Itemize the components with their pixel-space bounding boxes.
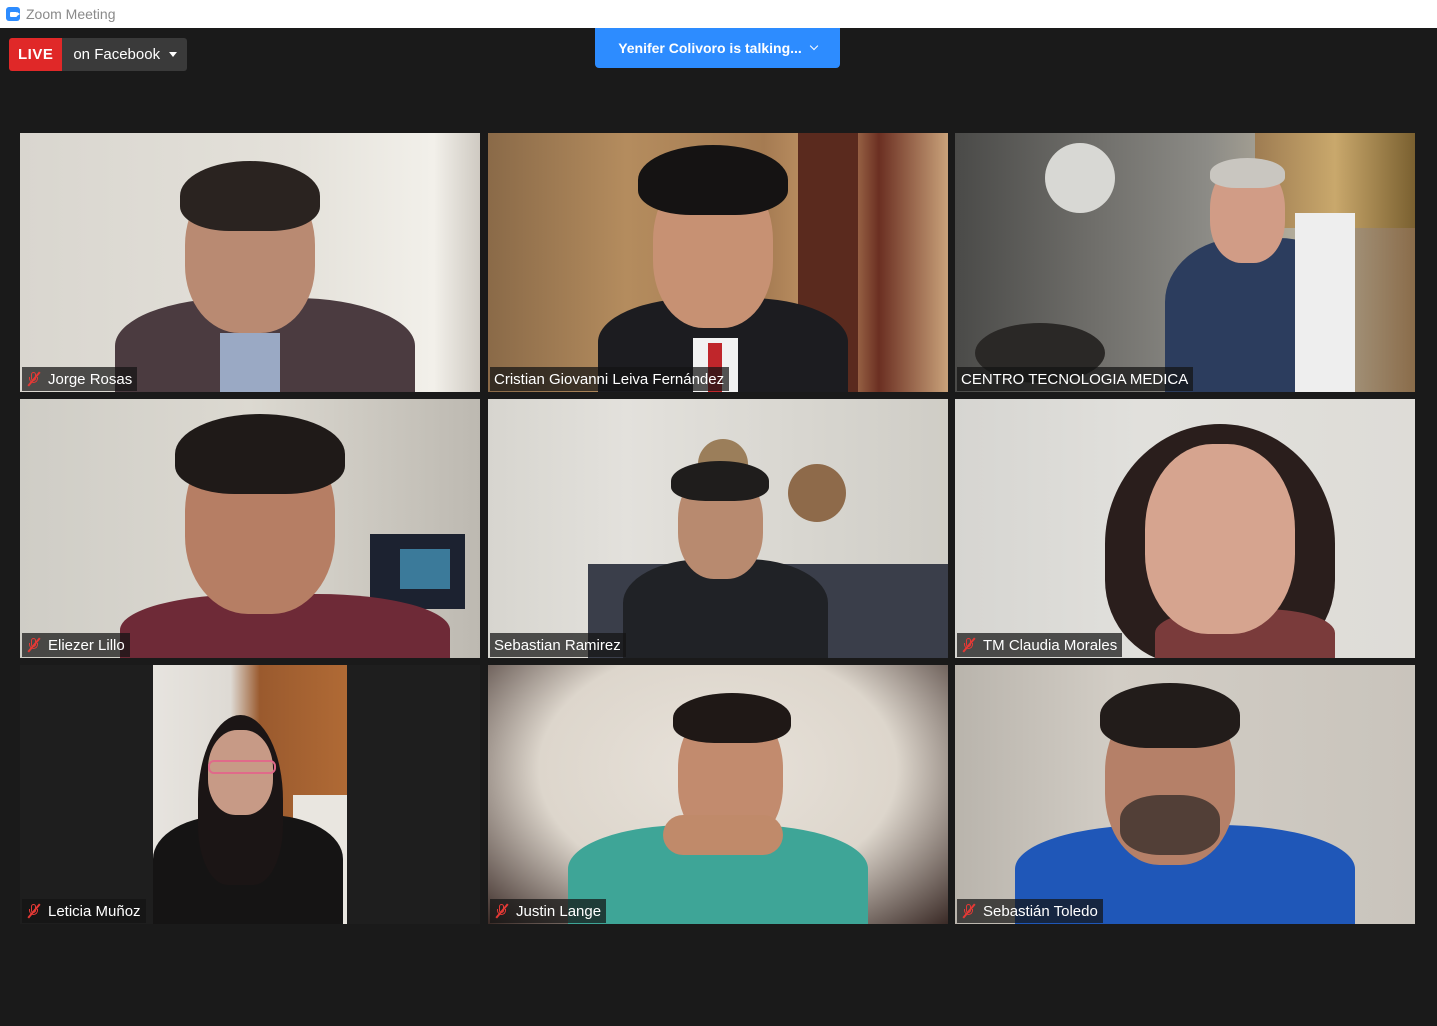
participant-video — [153, 665, 347, 924]
participant-name: TM Claudia Morales — [983, 636, 1118, 654]
active-speaker-banner[interactable]: Yenifer Colivoro is talking... — [595, 28, 840, 68]
participant-name: Eliezer Lillo — [48, 636, 125, 654]
participant-video — [20, 399, 480, 658]
participant-name-tag: Sebastian Ramirez — [490, 633, 626, 657]
window-title: Zoom Meeting — [26, 6, 116, 22]
participant-name: Sebastian Ramirez — [494, 636, 621, 654]
muted-mic-icon — [26, 637, 42, 653]
live-badge: LIVE — [9, 38, 63, 71]
participant-name-tag: TM Claudia Morales — [957, 633, 1123, 657]
window-titlebar: Zoom Meeting — [0, 0, 1437, 28]
active-speaker-text: Yenifer Colivoro is talking... — [618, 40, 802, 56]
participant-tile[interactable]: Leticia Muñoz — [20, 665, 480, 924]
participant-video — [488, 665, 948, 924]
muted-mic-icon — [26, 371, 42, 387]
participant-tile[interactable]: Sebastián Toledo — [955, 665, 1415, 924]
participant-name-tag: Leticia Muñoz — [22, 899, 146, 923]
live-target-dropdown[interactable]: on Facebook — [62, 38, 188, 71]
participant-tile[interactable]: Eliezer Lillo — [20, 399, 480, 658]
participant-video — [488, 133, 948, 392]
participant-name-tag: Cristian Giovanni Leiva Fernández — [490, 367, 730, 391]
muted-mic-icon — [961, 637, 977, 653]
participant-video — [955, 399, 1415, 658]
participant-tile[interactable]: Sebastian Ramirez — [488, 399, 948, 658]
participant-video — [488, 399, 948, 658]
participant-name: Leticia Muñoz — [48, 902, 141, 920]
muted-mic-icon — [26, 903, 42, 919]
zoom-app-icon — [6, 7, 20, 21]
participant-tile[interactable]: TM Claudia Morales — [955, 399, 1415, 658]
live-target-label: on Facebook — [73, 46, 161, 63]
participant-name-tag: Jorge Rosas — [22, 367, 138, 391]
participant-name: Justin Lange — [516, 902, 602, 920]
participant-tile[interactable]: Jorge Rosas — [20, 133, 480, 392]
participant-name: Cristian Giovanni Leiva Fernández — [494, 370, 725, 388]
muted-mic-icon — [494, 903, 510, 919]
caret-down-icon — [169, 52, 178, 57]
participant-tile[interactable]: Justin Lange — [488, 665, 948, 924]
participant-tile[interactable]: Cristian Giovanni Leiva Fernández — [488, 133, 948, 392]
participant-video — [955, 665, 1415, 924]
participant-name: CENTRO TECNOLOGIA MEDICA — [961, 370, 1189, 388]
participant-name: Jorge Rosas — [48, 370, 133, 388]
participant-name-tag: Eliezer Lillo — [22, 633, 130, 657]
participant-tile[interactable]: CENTRO TECNOLOGIA MEDICA — [955, 133, 1415, 392]
chevron-down-icon — [809, 41, 819, 51]
participant-video — [20, 133, 480, 392]
participant-video — [955, 133, 1415, 392]
live-stream-indicator[interactable]: LIVE on Facebook — [9, 38, 188, 71]
participant-name-tag: Justin Lange — [490, 899, 607, 923]
muted-mic-icon — [961, 903, 977, 919]
participant-name: Sebastián Toledo — [983, 902, 1098, 920]
participant-name-tag: CENTRO TECNOLOGIA MEDICA — [957, 367, 1194, 391]
participant-name-tag: Sebastián Toledo — [957, 899, 1103, 923]
